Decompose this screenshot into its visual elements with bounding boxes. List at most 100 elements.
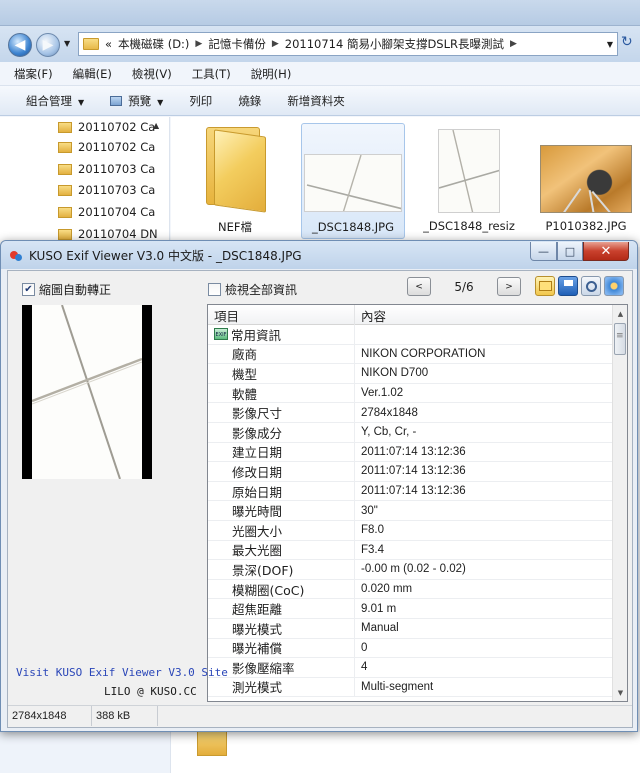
tree-item[interactable]: 20110704 Ca [58, 202, 155, 222]
save-icon[interactable] [558, 276, 578, 296]
tree-item-label: 20110703 Ca [78, 183, 156, 197]
autorotate-label: 縮圖自動轉正 [39, 283, 112, 297]
row-value: 9.01 m [361, 602, 397, 615]
table-row[interactable]: 曝光時間 30" [208, 501, 613, 521]
table-row[interactable]: 原始日期 2011:07:14 13:12:36 [208, 481, 613, 502]
table-scrollbar[interactable]: ▲ ▼ [612, 305, 627, 701]
view-all-checkbox[interactable]: 檢視全部資訊 [208, 281, 297, 298]
organize-button[interactable]: 組合管理 ▼ [26, 93, 84, 109]
file-tile[interactable]: _DSC1848.JPG [301, 123, 405, 239]
checkbox-unchecked-icon[interactable] [208, 283, 221, 296]
maximize-button[interactable]: □ [557, 242, 583, 261]
maximize-icon: □ [564, 244, 576, 258]
row-key: 曝光補償 [208, 638, 355, 658]
burn-button[interactable]: 燒錄 [238, 93, 261, 109]
scroll-up-icon[interactable]: ▲ [613, 305, 627, 322]
site-link[interactable]: Visit KUSO Exif Viewer V3.0 Site [16, 666, 228, 679]
file-name: _DSC1848_resiz [423, 219, 515, 233]
row-key: 模糊圈(CoC) [208, 579, 355, 599]
photo-thumbnail [438, 129, 500, 213]
autorotate-checkbox[interactable]: ✔ 縮圖自動轉正 [22, 281, 111, 298]
file-tile[interactable]: _DSC1848_resiz [417, 123, 521, 239]
tree-item[interactable]: 20110703 Ca [58, 180, 155, 200]
previous-image-button[interactable]: < [407, 277, 431, 296]
table-row[interactable]: 影像成分 Y, Cb, Cr, - [208, 422, 613, 443]
tree-item[interactable]: 20110703 Ca [58, 159, 155, 179]
kuso-titlebar[interactable]: KUSO Exif Viewer V3.0 中文版 - _DSC1848.JPG… [1, 241, 637, 269]
table-header: 項目 內容 [208, 305, 613, 325]
row-value: 30" [361, 504, 378, 517]
preview-button[interactable]: 預覽 ▼ [110, 93, 163, 109]
folder-icon[interactable] [197, 732, 227, 756]
new-folder-button[interactable]: 新增資料夾 [287, 93, 345, 109]
table-row[interactable]: 曝光模式 Manual [208, 618, 613, 639]
print-button[interactable]: 列印 [189, 93, 212, 109]
back-arrow-icon[interactable]: ◀ [8, 33, 32, 57]
menu-help[interactable]: 說明(H) [251, 66, 292, 82]
table-row[interactable]: 機型 NIKON D700 [208, 364, 613, 384]
forward-arrow-icon[interactable]: ▶ [36, 33, 60, 57]
refresh-icon[interactable]: ↻ [621, 34, 633, 50]
image-preview [22, 305, 152, 479]
chevron-down-icon: ▼ [157, 97, 164, 107]
address-dropdown-icon[interactable]: ▼ [607, 40, 613, 49]
scroll-thumb[interactable] [614, 323, 626, 355]
menu-view[interactable]: 檢視(V) [132, 66, 172, 82]
column-header-value[interactable]: 內容 [355, 305, 613, 325]
settings-icon[interactable] [604, 276, 624, 296]
file-list-lower [170, 732, 640, 773]
table-row[interactable]: 景深(DOF) -0.00 m (0.02 - 0.02) [208, 560, 613, 580]
photo-thumbnail [304, 154, 402, 212]
row-key: 影像尺寸 [208, 403, 355, 422]
row-value: 2011:07:14 13:12:36 [361, 465, 466, 478]
column-header-item[interactable]: 項目 [208, 305, 355, 325]
magnifier-icon[interactable] [581, 276, 601, 296]
table-row[interactable]: 光圈大小 F8.0 [208, 520, 613, 541]
address-segment-backup[interactable]: 記憶卡備份 [208, 36, 266, 52]
address-overflow[interactable]: « [105, 37, 112, 51]
close-button[interactable]: ✕ [583, 242, 629, 261]
table-row[interactable]: 廠商 NIKON CORPORATION [208, 344, 613, 365]
preview-label: 預覽 [128, 93, 152, 108]
scroll-up-icon[interactable]: ▲ [153, 121, 159, 130]
menu-file[interactable]: 檔案(F) [14, 66, 53, 82]
row-value: 0.020 mm [361, 583, 413, 596]
folder-icon [58, 163, 72, 175]
address-segment-current[interactable]: 20110714 簡易小腳架支撐DSLR長曝測試 [285, 36, 504, 52]
chevron-right-icon[interactable]: ▶ [195, 39, 202, 49]
table-row[interactable]: 修改日期 2011:07:14 13:12:36 [208, 462, 613, 482]
explorer-toolbar: 組合管理 ▼ 預覽 ▼ 列印 燒錄 新增資料夾 [0, 86, 640, 116]
chevron-right-icon[interactable]: ▶ [272, 39, 279, 49]
minimize-button[interactable]: — [530, 242, 557, 261]
preview-icon [110, 95, 123, 106]
history-dropdown-icon[interactable]: ▼ [64, 39, 70, 48]
table-row[interactable]: 軟體 Ver.1.02 [208, 383, 613, 404]
address-segment-drive[interactable]: 本機磁碟 (D:) [118, 36, 189, 52]
table-row[interactable]: 曝光補償 0 [208, 638, 613, 659]
address-bar[interactable]: « 本機磁碟 (D:) ▶ 記憶卡備份 ▶ 20110714 簡易小腳架支撐DS… [78, 32, 618, 56]
row-key: 軟體 [208, 383, 355, 403]
status-dimensions: 2784x1848 [8, 706, 92, 726]
table-row[interactable]: 測光模式 Multi-segment [208, 677, 613, 698]
open-folder-icon[interactable] [535, 276, 555, 296]
file-tile[interactable]: P1010382.JPG [534, 123, 638, 239]
menu-edit[interactable]: 編輯(E) [73, 66, 112, 82]
chevron-right-icon[interactable]: ▶ [510, 39, 517, 49]
file-tile[interactable]: NEF檔 [183, 123, 287, 239]
table-row[interactable]: 建立日期 2011:07:14 13:12:36 [208, 442, 613, 463]
table-row[interactable]: 模糊圈(CoC) 0.020 mm [208, 579, 613, 600]
menu-tools[interactable]: 工具(T) [192, 66, 231, 82]
table-row[interactable]: 影像壓縮率 4 [208, 658, 613, 678]
tree-item[interactable]: 20110702 Ca [58, 117, 155, 137]
tree-item[interactable]: 20110702 Ca [58, 137, 155, 157]
checkbox-checked-icon[interactable]: ✔ [22, 283, 35, 296]
scroll-down-icon[interactable]: ▼ [613, 684, 627, 701]
window-title: KUSO Exif Viewer V3.0 中文版 - _DSC1848.JPG [29, 249, 302, 263]
folder-icon [58, 121, 72, 133]
next-image-button[interactable]: > [497, 277, 521, 296]
close-icon: ✕ [600, 243, 612, 259]
table-row[interactable]: 超焦距離 9.01 m [208, 599, 613, 619]
table-row[interactable]: 影像尺寸 2784x1848 [208, 403, 613, 423]
group-row[interactable]: EXIF 常用資訊 [208, 325, 613, 345]
table-row[interactable]: 最大光圈 F3.4 [208, 540, 613, 561]
